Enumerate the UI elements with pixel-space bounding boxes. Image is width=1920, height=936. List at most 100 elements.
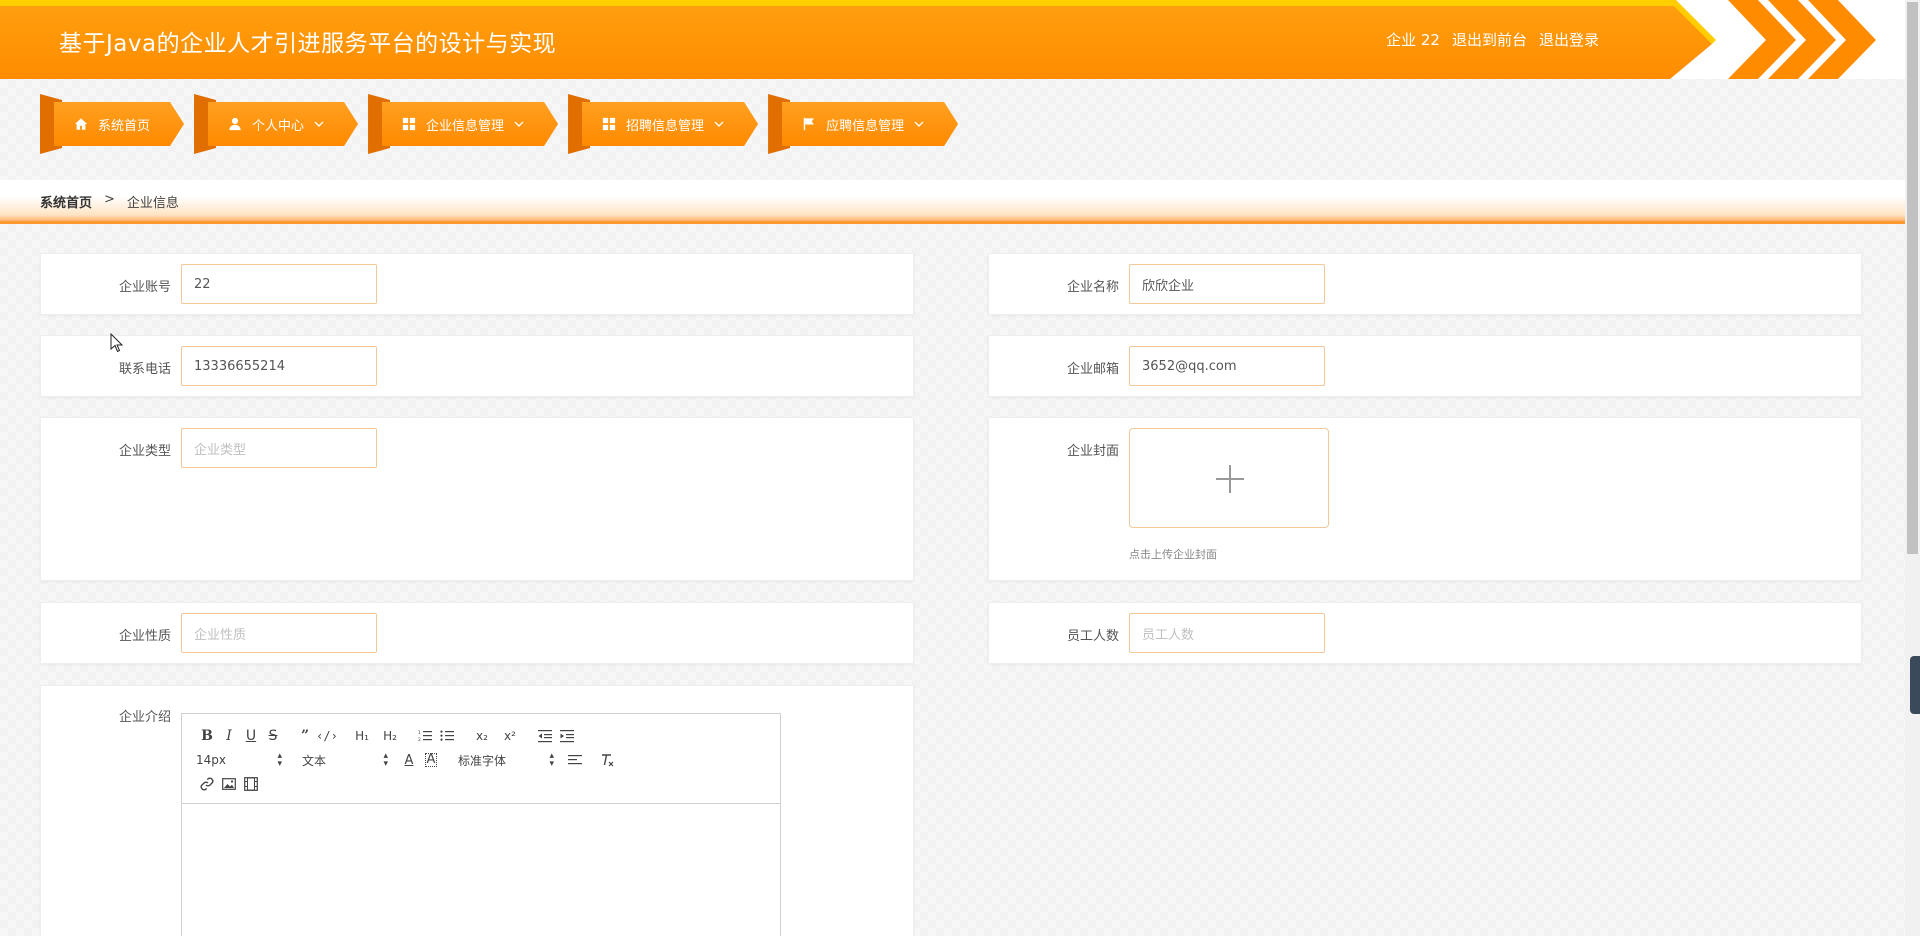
email-label: 企业邮箱 <box>1066 362 1119 377</box>
underline-button[interactable]: U <box>240 726 262 746</box>
form-row-name: 企业名称 欣欣企业 <box>988 253 1862 315</box>
nav-item-application-info[interactable]: 应聘信息管理 <box>768 94 958 154</box>
blockquote-icon[interactable]: ” <box>294 726 316 746</box>
svg-text:2: 2 <box>418 737 421 743</box>
nav-item-personal-center[interactable]: 个人中心 <box>194 94 358 154</box>
mouse-cursor-icon <box>110 333 124 353</box>
form-row-phone: 联系电话 13336655214 <box>40 335 914 397</box>
code-block-icon[interactable]: ‹/› <box>316 726 338 746</box>
svg-text:1: 1 <box>418 730 421 736</box>
nav-item-home[interactable]: 系统首页 <box>40 94 184 154</box>
logout-link[interactable]: 退出登录 <box>1539 29 1599 50</box>
header-2-button[interactable]: H₂ <box>376 726 404 746</box>
font-color-icon[interactable]: A <box>398 750 420 770</box>
font-family-value: 标准字体 <box>458 753 507 768</box>
phone-label: 联系电话 <box>118 362 171 377</box>
superscript-button[interactable]: x² <box>496 726 524 746</box>
cover-upload-hint: 点击上传企业封面 <box>1129 548 1217 561</box>
nav-label: 系统首页 <box>98 118 151 134</box>
header-topline <box>0 0 1680 6</box>
email-input[interactable]: 3652@qq.com <box>1129 346 1325 386</box>
nav-body[interactable]: 招聘信息管理 <box>582 102 758 146</box>
account-label: 企业账号 <box>118 280 171 295</box>
top-header: 基于Java的企业人才引进服务平台的设计与实现 企业 22 退出到前台 退出登录 <box>0 0 1905 79</box>
scrollbar-thumb[interactable] <box>1907 2 1918 554</box>
type-label: 企业类型 <box>118 444 171 459</box>
nav-body[interactable]: 个人中心 <box>208 102 358 146</box>
block-format-value: 文本 <box>302 753 327 768</box>
font-size-value: 14px <box>196 753 226 767</box>
intro-label: 企业介绍 <box>118 710 171 725</box>
select-arrows-icon: ▴ ▾ <box>277 751 282 769</box>
indent-icon[interactable] <box>556 726 578 746</box>
nav-label: 个人中心 <box>252 118 305 134</box>
grid-icon <box>402 117 416 131</box>
cover-upload-button[interactable] <box>1129 428 1329 528</box>
page-scrollbar[interactable] <box>1905 0 1920 936</box>
home-icon <box>74 117 88 131</box>
flag-icon <box>802 117 816 131</box>
nav-body[interactable]: 企业信息管理 <box>382 102 558 146</box>
bold-button[interactable]: B <box>196 726 218 746</box>
subscript-button[interactable]: x₂ <box>468 726 496 746</box>
breadcrumb-home[interactable]: 系统首页 <box>40 192 92 211</box>
breadcrumb: 系统首页 > 企业信息 <box>40 192 179 211</box>
chevron-down-icon <box>714 119 724 129</box>
account-input[interactable]: 22 <box>181 264 377 304</box>
nav-body[interactable]: 系统首页 <box>54 102 184 146</box>
rich-text-editor: B I U S ” ‹/› H₁ H₂ 12 x₂ x² 14px ▴ ▾ 文本… <box>181 713 781 936</box>
background-color-icon[interactable]: A <box>420 750 442 770</box>
nav-label: 招聘信息管理 <box>626 118 705 134</box>
employees-input[interactable]: 员工人数 <box>1129 613 1325 653</box>
font-size-select[interactable]: 14px ▴ ▾ <box>196 750 282 770</box>
bullet-list-icon[interactable] <box>436 726 458 746</box>
current-user: 企业 22 <box>1386 31 1440 49</box>
select-arrows-icon: ▴ ▾ <box>383 751 388 769</box>
ordered-list-icon[interactable]: 12 <box>414 726 436 746</box>
breadcrumb-current: 企业信息 <box>126 196 179 211</box>
clear-format-icon[interactable] <box>596 750 618 770</box>
form-row-nature: 企业性质 企业性质 <box>40 602 914 664</box>
cover-label: 企业封面 <box>1066 444 1119 459</box>
form-row-account: 企业账号 22 <box>40 253 914 315</box>
employees-label: 员工人数 <box>1066 629 1119 644</box>
strike-button[interactable]: S <box>262 726 284 746</box>
editor-toolbar: B I U S ” ‹/› H₁ H₂ 12 x₂ x² 14px ▴ ▾ 文本… <box>182 714 780 804</box>
nav-item-recruitment-info[interactable]: 招聘信息管理 <box>568 94 758 154</box>
italic-button[interactable]: I <box>218 726 240 746</box>
font-family-select[interactable]: 标准字体 ▴ ▾ <box>458 750 554 770</box>
nav-label: 企业信息管理 <box>426 118 505 134</box>
nature-input[interactable]: 企业性质 <box>181 613 377 653</box>
name-input[interactable]: 欣欣企业 <box>1129 264 1325 304</box>
form-row-email: 企业邮箱 3652@qq.com <box>988 335 1862 397</box>
nav-item-company-info[interactable]: 企业信息管理 <box>368 94 558 154</box>
chevron-down-icon <box>314 119 324 129</box>
form-row-cover: 企业封面 点击上传企业封面 <box>988 417 1862 581</box>
form-row-type: 企业类型 企业类型 <box>40 417 914 581</box>
type-input[interactable]: 企业类型 <box>181 428 377 468</box>
editor-content-area[interactable] <box>182 804 780 936</box>
image-icon[interactable] <box>218 774 240 794</box>
user-icon <box>228 117 242 131</box>
front-page-link[interactable]: 退出到前台 <box>1452 29 1527 50</box>
align-icon[interactable] <box>564 750 586 770</box>
breadcrumb-separator: > <box>104 192 115 207</box>
plus-icon <box>1229 465 1231 493</box>
outdent-icon[interactable] <box>534 726 556 746</box>
select-arrows-icon: ▴ ▾ <box>549 751 554 769</box>
nav-label: 应聘信息管理 <box>826 118 905 134</box>
name-label: 企业名称 <box>1066 280 1119 295</box>
main-nav: 系统首页 个人中心 企业信息管理 招聘信息管理 应聘信息管理 <box>40 94 968 154</box>
link-icon[interactable] <box>196 774 218 794</box>
header-1-button[interactable]: H₁ <box>348 726 376 746</box>
side-widget-tab[interactable] <box>1910 656 1920 714</box>
phone-input[interactable]: 13336655214 <box>181 346 377 386</box>
video-icon[interactable] <box>240 774 262 794</box>
header-links: 企业 22 退出到前台 退出登录 <box>1386 29 1599 50</box>
block-format-select[interactable]: 文本 ▴ ▾ <box>302 750 388 770</box>
nav-body[interactable]: 应聘信息管理 <box>782 102 958 146</box>
form-row-employees: 员工人数 员工人数 <box>988 602 1862 664</box>
grid-icon <box>602 117 616 131</box>
site-title: 基于Java的企业人才引进服务平台的设计与实现 <box>59 31 557 57</box>
chevron-down-icon <box>514 119 524 129</box>
